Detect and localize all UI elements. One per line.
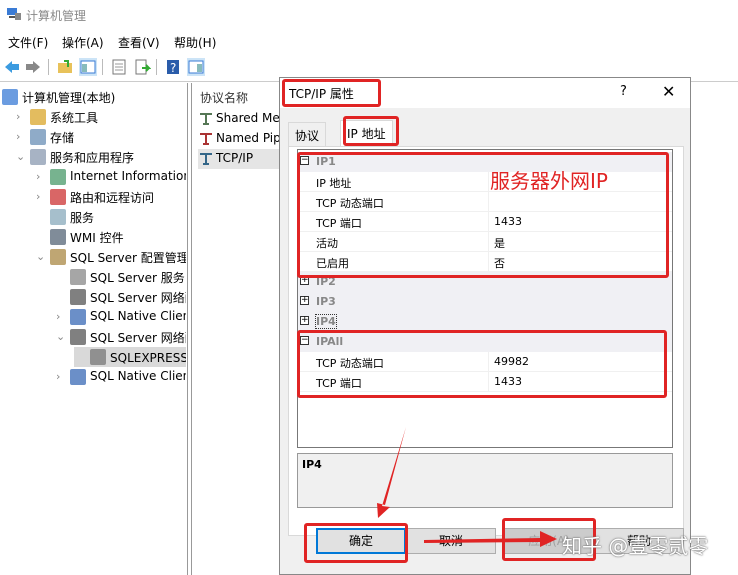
tree-item-label: SQL Server 网络配置 [90,291,186,305]
tree-item-label: 服务 [70,211,95,225]
computer-management-icon [7,8,21,20]
toolbar-separator [156,59,157,75]
protocol-icon [200,113,212,125]
tree-item[interactable]: › 路由和远程访问 [34,187,186,207]
chevron-down-icon[interactable]: ⌄ [36,250,46,263]
tools-icon [30,109,46,125]
tree-item-label: SQL Server 网络配置 [90,331,186,345]
wmi-icon [50,229,66,245]
tree-item-label: SQL Server 配置管理器 [70,251,186,265]
tree-item[interactable]: SQL Server 网络配置 [54,287,186,307]
expand-icon[interactable]: + [300,316,309,325]
tree-item[interactable]: › SQL Native Client [54,367,186,387]
tree-item[interactable]: › 存储 [14,127,186,147]
native-client-icon [70,369,86,385]
annotation-box-ipall [297,330,667,398]
tree-item-label: 服务和应用程序 [50,151,135,165]
tree-item-label: WMI 控件 [70,231,124,245]
tree-item-label: SQL Native Client [90,369,186,383]
chevron-down-icon[interactable]: ⌄ [56,330,66,343]
group-name: IP3 [316,295,336,308]
annotation-box-ok [304,523,408,563]
sql-network-icon [70,289,86,305]
tree-item[interactable]: SQLEXPRESS 的协议 [74,347,186,367]
help-icon[interactable]: ? [164,58,182,76]
protocol-icon [200,153,212,165]
tree-item-label: Internet Information Se [70,169,186,183]
back-icon[interactable] [3,58,21,76]
grid-group-ip4[interactable]: + IP4 [298,312,672,332]
services-gear-icon [50,209,66,225]
help-button[interactable]: ? [620,84,627,99]
sql-service-icon [70,269,86,285]
chevron-right-icon[interactable]: › [56,310,66,323]
native-client-icon [70,309,86,325]
tree-item[interactable]: ⌄ SQL Server 网络配置 [54,327,186,347]
tree-item-label: SQL Server 服务 [90,271,185,285]
annotation-box-ip-tab [343,116,399,146]
toolbar-separator [48,59,49,75]
tree-item[interactable]: › Internet Information Se [34,167,186,187]
show-hide-action-pane-icon[interactable] [187,58,205,76]
chevron-down-icon[interactable]: ⌄ [16,150,26,163]
tree-item[interactable]: ⌄ SQL Server 配置管理器 [34,247,186,267]
menu-help[interactable]: 帮助(H) [174,34,216,51]
protocol-icon [90,349,106,365]
tree-item-label: 路由和远程访问 [70,191,155,205]
tree-item-label: 存储 [50,131,75,145]
expand-icon[interactable]: + [300,296,309,305]
chevron-right-icon[interactable]: › [56,370,66,383]
protocol-icon [200,133,212,145]
tree-item[interactable]: › 系统工具 [14,107,186,127]
iis-icon [50,169,66,185]
svg-text:?: ? [170,61,176,75]
chevron-right-icon[interactable]: › [36,190,46,203]
properties-icon[interactable] [110,58,128,76]
toolbar-separator [102,59,103,75]
tree-item[interactable]: ⌄ 服务和应用程序 [14,147,186,167]
group-name: IP4 [315,314,337,329]
sql-network-icon [70,329,86,345]
console-tree: 计算机管理(本地) › 系统工具 › 存储 ⌄ 服务和应用程序 › Internet Infor… [0,83,188,575]
tree-item[interactable]: WMI 控件 [34,227,186,247]
window-title: 计算机管理 [26,9,87,23]
tree-item[interactable]: SQL Server 服务 [54,267,186,287]
description-title: IP4 [302,458,322,471]
cancel-button[interactable]: 取消 [406,528,496,554]
tree-item-label: SQL Native Client [90,309,186,323]
chevron-right-icon[interactable]: › [36,170,46,183]
protocol-list: 协议名称 Shared Memory Named Pipes TCP/IP [191,83,311,575]
tree-item[interactable]: 服务 [34,207,186,227]
grid-group-ip3[interactable]: + IP3 [298,292,672,312]
sql-config-icon [50,249,66,265]
chevron-right-icon[interactable]: › [16,130,26,143]
tree-item[interactable]: 计算机管理(本地) [2,87,186,107]
tree-item[interactable]: › SQL Native Client [54,307,186,327]
tree-item-label: 计算机管理(本地) [22,91,116,105]
chevron-right-icon[interactable]: › [16,110,26,123]
annotation-box-ip1 [297,152,669,278]
computer-management-icon [2,89,18,105]
export-list-icon[interactable] [133,58,151,76]
tree-item-label: 系统工具 [50,111,99,125]
services-apps-icon [30,149,46,165]
up-folder-icon[interactable] [56,58,74,76]
watermark: 知乎 @壹零贰零 [562,534,709,558]
annotation-box-title [282,79,381,107]
close-button[interactable]: ✕ [662,82,675,101]
description-box: IP4 [297,453,673,508]
column-header-protocol-name[interactable]: 协议名称 [200,89,248,106]
tab-protocol[interactable]: 协议 [288,122,327,146]
forward-icon[interactable] [24,58,42,76]
menu-file[interactable]: 文件(F) [8,34,48,51]
storage-icon [30,129,46,145]
tree-item-label: SQLEXPRESS 的协议 [110,351,186,365]
menu-view[interactable]: 查看(V) [118,34,160,51]
show-hide-tree-icon[interactable] [79,58,97,76]
routing-icon [50,189,66,205]
menu-action[interactable]: 操作(A) [62,34,104,51]
list-item-tcp-ip[interactable]: TCP/IP [198,149,282,169]
window-titlebar: 计算机管理 [0,0,738,30]
annotation-note: 服务器外网IP [490,169,608,193]
